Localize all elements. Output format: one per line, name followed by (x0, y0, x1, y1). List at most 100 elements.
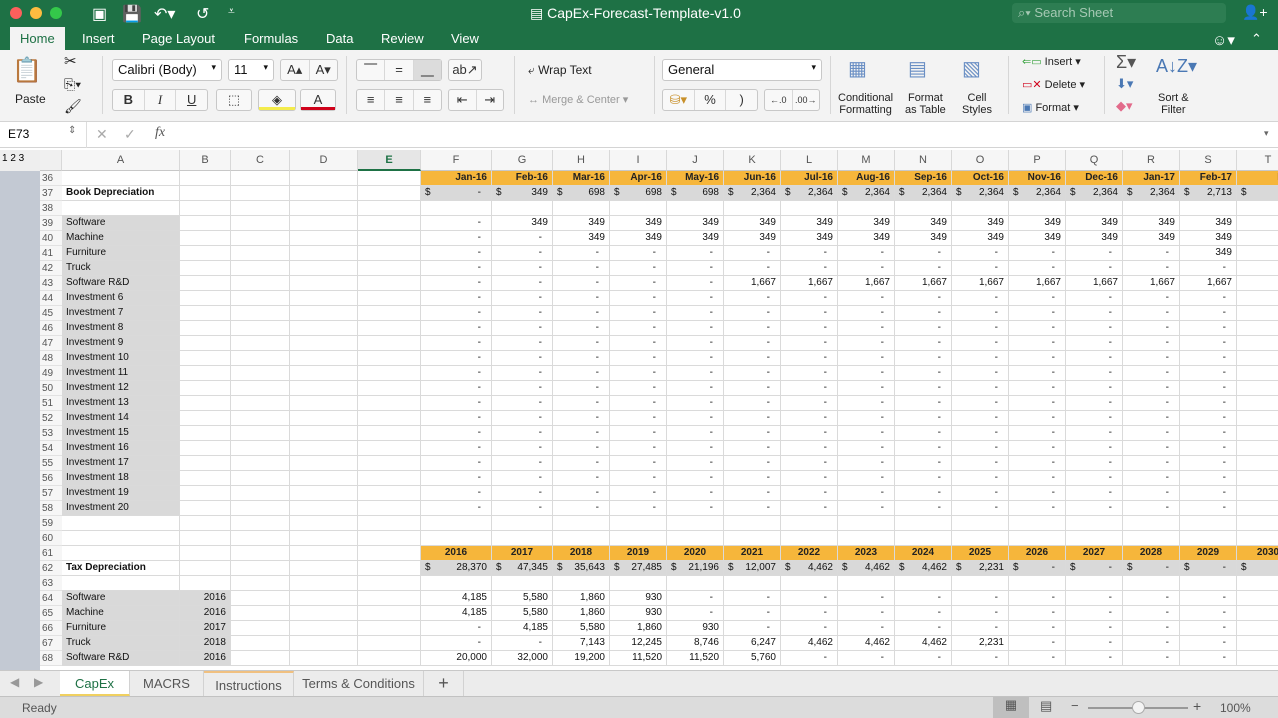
total-cell[interactable]: $2,364 (1009, 186, 1066, 201)
cell[interactable] (358, 246, 421, 261)
year-header[interactable]: 2019 (610, 546, 667, 561)
depreciation-value[interactable]: - (1066, 501, 1123, 516)
year-header[interactable]: 2016 (421, 546, 492, 561)
total-cell[interactable]: $2,713 (1180, 186, 1237, 201)
autosum-button[interactable]: Σ▾ (1116, 52, 1136, 73)
depreciation-value[interactable]: - (492, 501, 553, 516)
tax-depreciation-value[interactable]: - (724, 606, 781, 621)
sheet-tab-macrs[interactable]: MACRS (130, 671, 204, 696)
tax-depreciation-value[interactable]: - (1066, 621, 1123, 636)
total-cell[interactable]: $698 (610, 186, 667, 201)
cell[interactable] (290, 276, 358, 291)
total-cell[interactable]: $2,364 (1066, 186, 1123, 201)
tax-depreciation-value[interactable]: - (1180, 591, 1237, 606)
depreciation-value[interactable]: - (895, 441, 952, 456)
depreciation-value[interactable]: - (492, 381, 553, 396)
depreciation-value[interactable]: - (492, 291, 553, 306)
cell[interactable] (358, 306, 421, 321)
depreciation-value[interactable]: 349 (667, 216, 724, 231)
tax-depreciation-value[interactable]: - (1180, 651, 1237, 666)
depreciation-value[interactable]: - (553, 321, 610, 336)
customize-toolbar-icon[interactable]: ⩡ (228, 4, 235, 19)
depreciation-value[interactable]: - (1180, 396, 1237, 411)
tax-depreciation-value[interactable]: 1,860 (553, 591, 610, 606)
format-cells-button[interactable]: ▣ Format ▾ (1022, 101, 1079, 114)
depreciation-value[interactable]: - (724, 321, 781, 336)
asset-name[interactable]: Investment 18 (62, 471, 180, 486)
normal-view-icon[interactable]: ▦ (993, 697, 1029, 718)
column-header-s[interactable]: S (1180, 150, 1237, 171)
asset-name[interactable]: Truck (62, 636, 180, 651)
depreciation-value[interactable]: 1,667 (952, 276, 1009, 291)
sidebar-toggle-icon[interactable]: ▣ (92, 4, 107, 24)
tax-depreciation-value[interactable]: - (1237, 606, 1278, 621)
align-center-icon[interactable]: ≡ (385, 90, 414, 110)
year-header[interactable]: 2018 (553, 546, 610, 561)
depreciation-value[interactable]: - (492, 486, 553, 501)
depreciation-value[interactable]: - (610, 381, 667, 396)
cell[interactable] (724, 531, 781, 546)
depreciation-value[interactable]: - (667, 441, 724, 456)
cell[interactable] (358, 411, 421, 426)
cell[interactable] (358, 186, 421, 201)
cell[interactable] (231, 606, 290, 621)
cell[interactable] (358, 636, 421, 651)
cell[interactable] (895, 516, 952, 531)
cell[interactable] (180, 531, 231, 546)
year-header[interactable]: 2022 (781, 546, 838, 561)
depreciation-value[interactable]: 1,667 (1009, 276, 1066, 291)
format-painter-icon[interactable]: 🖌 (64, 98, 82, 115)
tax-depreciation-value[interactable]: 4,462 (838, 636, 895, 651)
depreciation-value[interactable]: 1,6 (1237, 276, 1278, 291)
cell[interactable] (180, 501, 231, 516)
year-header[interactable]: 2027 (1066, 546, 1123, 561)
cell[interactable] (62, 171, 180, 186)
depreciation-value[interactable]: - (610, 336, 667, 351)
row-number[interactable]: 63 (40, 576, 62, 591)
asset-name[interactable]: Software R&D (62, 276, 180, 291)
sort-filter-button[interactable]: Sort & Filter (1158, 92, 1189, 116)
increase-font-size-icon[interactable]: A▴ (281, 60, 310, 80)
cell[interactable] (610, 201, 667, 216)
depreciation-value[interactable]: 349 (1180, 246, 1237, 261)
increase-decimal-icon[interactable]: ←.0 (765, 90, 793, 110)
depreciation-value[interactable]: - (1123, 471, 1180, 486)
depreciation-value[interactable]: - (895, 291, 952, 306)
tax-depreciation-value[interactable]: - (1009, 651, 1066, 666)
depreciation-value[interactable]: 349 (553, 231, 610, 246)
cell[interactable] (231, 231, 290, 246)
cell[interactable] (1066, 516, 1123, 531)
depreciation-value[interactable]: - (667, 501, 724, 516)
depreciation-value[interactable]: - (553, 501, 610, 516)
depreciation-value[interactable]: - (1009, 291, 1066, 306)
cell[interactable] (231, 381, 290, 396)
depreciation-value[interactable]: - (1123, 456, 1180, 471)
depreciation-value[interactable]: - (492, 306, 553, 321)
asset-name[interactable]: Investment 16 (62, 441, 180, 456)
depreciation-value[interactable]: - (421, 471, 492, 486)
depreciation-value[interactable]: - (895, 396, 952, 411)
cell[interactable] (231, 621, 290, 636)
tax-depreciation-value[interactable]: - (1237, 651, 1278, 666)
depreciation-value[interactable]: - (667, 396, 724, 411)
depreciation-value[interactable]: 349 (610, 231, 667, 246)
depreciation-value[interactable]: - (838, 471, 895, 486)
cut-icon[interactable]: ✂ (64, 52, 77, 70)
cell[interactable] (358, 426, 421, 441)
depreciation-value[interactable]: - (1180, 486, 1237, 501)
depreciation-value[interactable]: - (553, 471, 610, 486)
row-number[interactable]: 54 (40, 441, 62, 456)
placed-in-service-year[interactable]: 2016 (180, 606, 231, 621)
depreciation-value[interactable]: - (1237, 261, 1278, 276)
depreciation-value[interactable]: - (421, 261, 492, 276)
tax-depreciation-value[interactable]: - (895, 591, 952, 606)
cell[interactable] (895, 576, 952, 591)
cell[interactable] (290, 261, 358, 276)
depreciation-value[interactable]: - (610, 321, 667, 336)
depreciation-value[interactable]: - (1009, 456, 1066, 471)
depreciation-value[interactable]: - (667, 336, 724, 351)
cell[interactable] (231, 171, 290, 186)
depreciation-value[interactable]: - (1009, 366, 1066, 381)
depreciation-value[interactable]: - (492, 276, 553, 291)
font-size-select[interactable]: 11 ▾ (228, 59, 274, 81)
